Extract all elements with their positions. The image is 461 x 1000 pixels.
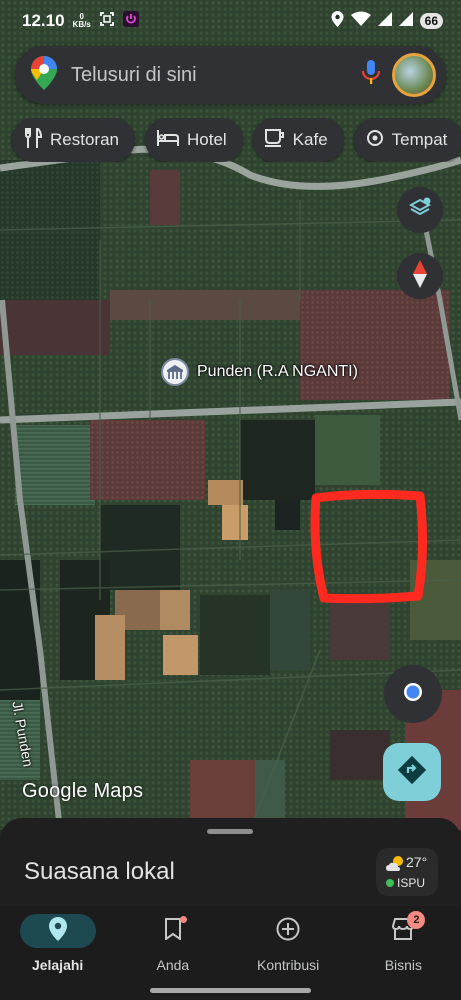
sheet-drag-handle[interactable] xyxy=(207,829,253,834)
nav-label: Anda xyxy=(156,957,190,973)
compass-button[interactable] xyxy=(397,253,443,299)
chip-kafe[interactable]: Kafe xyxy=(252,118,344,162)
nav-kontribusi[interactable]: Kontribusi xyxy=(231,906,346,1000)
category-chips: Restoran Hotel Kafe Tempat xyxy=(0,118,461,162)
nav-label: Jelajahi xyxy=(31,957,84,973)
my-location-icon xyxy=(402,681,424,708)
nav-jelajahi[interactable]: Jelajahi xyxy=(0,906,115,1000)
chip-label: Restoran xyxy=(50,130,119,149)
air-quality-dot xyxy=(386,879,394,887)
nav-label: Kontribusi xyxy=(256,957,320,973)
status-time: 12.10 xyxy=(22,11,65,30)
nav-icon-wrap xyxy=(19,914,96,948)
air-quality-label: ISPU xyxy=(397,876,426,890)
nav-icon-wrap: 2 xyxy=(365,911,441,948)
google-maps-logo-icon xyxy=(31,55,57,95)
signal-icon-1 xyxy=(377,11,392,31)
layers-button[interactable] xyxy=(397,187,443,233)
nav-anda[interactable]: Anda xyxy=(115,906,230,1000)
wifi-icon xyxy=(350,11,371,32)
weather-temperature: 27° xyxy=(406,854,428,870)
chip-label: Tempat xyxy=(391,130,448,149)
sheet-title: Suasana lokal xyxy=(24,858,175,885)
nav-bisnis[interactable]: 2 Bisnis xyxy=(346,906,461,1000)
hotel-icon xyxy=(156,129,179,151)
battery-indicator: 66 xyxy=(419,13,443,29)
chip-tempat[interactable]: Tempat xyxy=(353,118,461,162)
my-location-button[interactable] xyxy=(384,665,442,723)
chip-label: Kafe xyxy=(292,130,328,149)
weather-chip[interactable]: 27° ISPU xyxy=(376,848,438,896)
net-speed: 0 KB/s xyxy=(72,12,91,29)
bottom-navigation: Jelajahi Anda Kontribusi 2 Bisnis xyxy=(0,906,461,1000)
status-bar: 12.10 0 KB/s 66 xyxy=(0,0,461,42)
compass-icon xyxy=(413,259,427,293)
place-marker[interactable]: Punden (R.A NGANTI) xyxy=(161,358,358,386)
notification-dot xyxy=(179,916,187,923)
bookmark-icon xyxy=(164,917,182,945)
app-notification-icon xyxy=(122,10,139,32)
screenshot-icon xyxy=(99,11,115,32)
nav-icon-wrap xyxy=(135,914,211,948)
add-circle-icon xyxy=(276,917,300,946)
gesture-bar[interactable] xyxy=(150,988,311,993)
air-quality: ISPU xyxy=(386,876,425,890)
explore-pin-icon xyxy=(48,916,67,946)
place-label: Punden (R.A NGANTI) xyxy=(197,363,358,380)
cafe-icon xyxy=(264,128,285,152)
search-bar[interactable]: Telusuri di sini xyxy=(15,46,446,104)
bisnis-badge: 2 xyxy=(407,911,426,929)
partly-cloudy-icon xyxy=(386,854,406,877)
avatar[interactable] xyxy=(392,53,436,97)
nav-label: Bisnis xyxy=(384,957,423,973)
signal-icon-2 xyxy=(398,11,413,31)
directions-icon xyxy=(397,755,427,789)
nav-icon-wrap xyxy=(250,914,326,948)
restaurant-icon xyxy=(24,125,43,153)
layers-icon xyxy=(408,197,432,224)
directions-button[interactable] xyxy=(383,743,441,801)
chip-label: Hotel xyxy=(186,130,227,149)
chip-restoran[interactable]: Restoran xyxy=(12,118,135,162)
attraction-icon xyxy=(366,129,384,152)
microphone-icon[interactable] xyxy=(361,59,381,91)
search-input[interactable]: Telusuri di sini xyxy=(71,64,362,87)
location-status-icon xyxy=(331,10,344,32)
google-maps-watermark: Google Maps xyxy=(22,780,144,802)
chip-hotel[interactable]: Hotel xyxy=(144,118,243,162)
monument-pin-icon xyxy=(161,358,189,386)
